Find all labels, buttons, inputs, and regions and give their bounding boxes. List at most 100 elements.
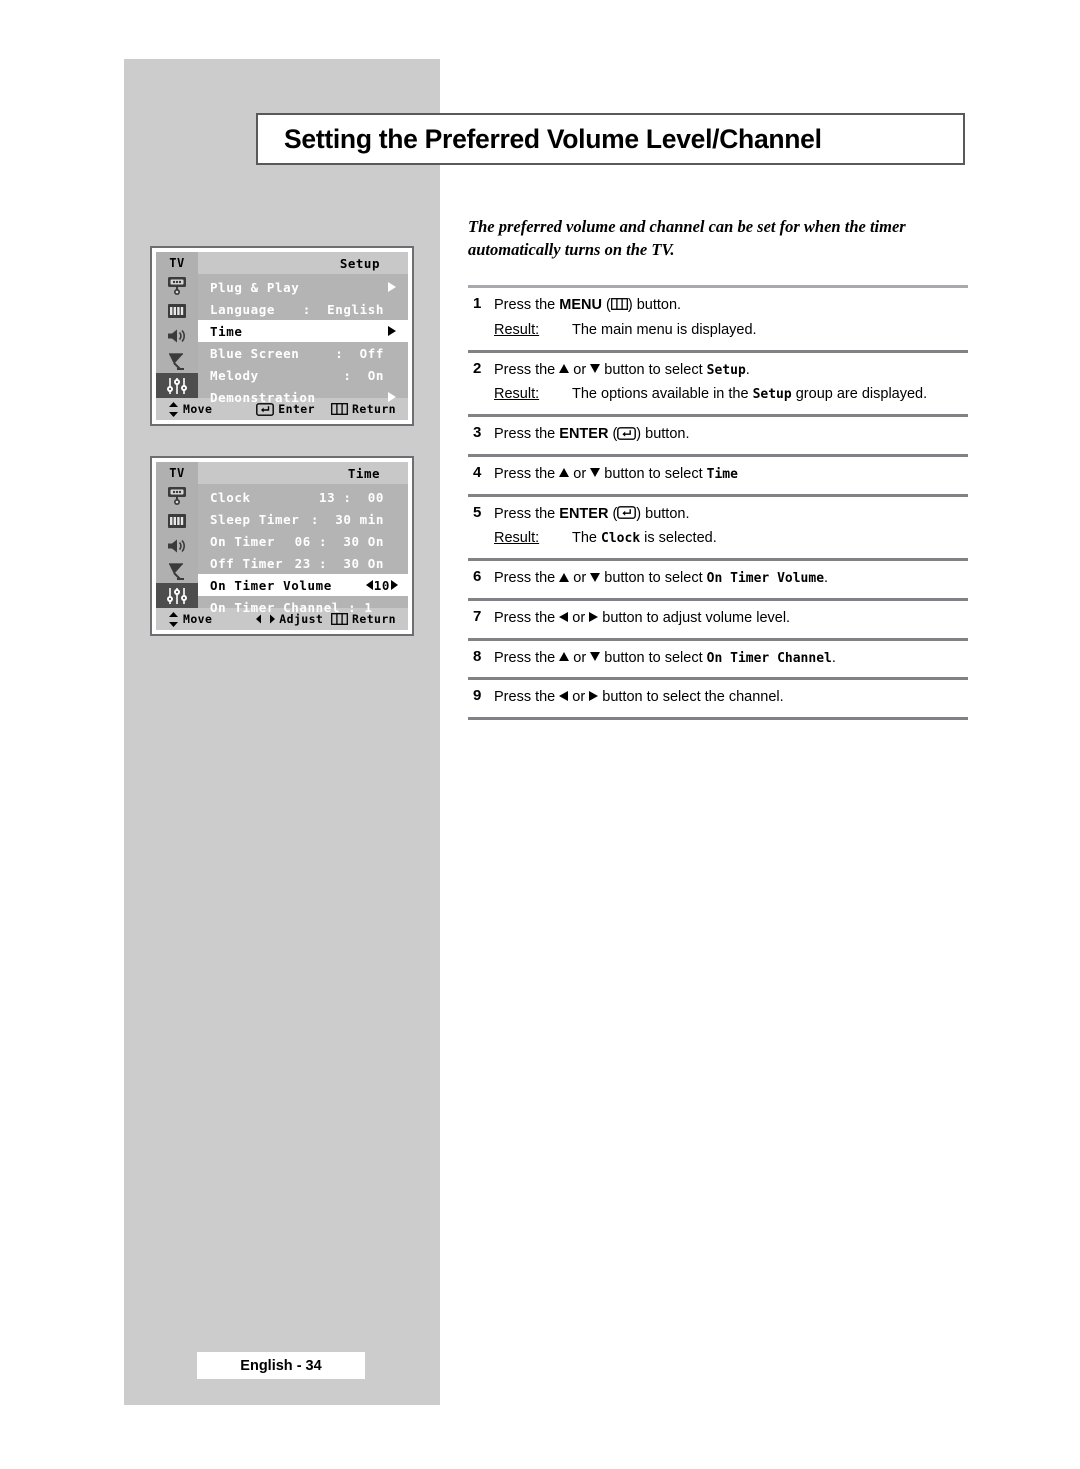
arrow-down-icon (590, 364, 601, 374)
osd-row-selected[interactable]: Time (198, 320, 408, 342)
osd-row[interactable]: Demonstration (198, 386, 408, 408)
picture-setup-icon[interactable] (156, 484, 198, 509)
page-title-box: Setting the Preferred Volume Level/Chann… (256, 113, 965, 165)
osd-header: TV Setup (156, 252, 408, 274)
satellite-dish-icon[interactable] (156, 558, 198, 583)
step-number: 9 (473, 687, 482, 705)
osd-row-value: 10 (373, 577, 390, 593)
step-instruction: Press the or button to select On Timer V… (494, 568, 968, 590)
up-down-arrows-icon (169, 611, 178, 627)
osd-row-value: : Off (335, 345, 384, 361)
speaker-icon[interactable] (156, 324, 198, 349)
arrow-right-icon (589, 691, 599, 702)
osd-device-label: TV (156, 462, 198, 484)
step-text: Press the (494, 361, 560, 378)
step-result: Result: The options available in the Setu… (494, 384, 968, 406)
osd-row-label: Blue Screen (210, 345, 300, 361)
step-text: Press the (494, 609, 560, 626)
step-number: 5 (473, 503, 482, 521)
osd-row[interactable]: Blue Screen : Off (198, 342, 408, 364)
arrow-down-icon (590, 468, 601, 478)
osd-row[interactable]: Off Timer 23 : 30 On (198, 552, 408, 574)
arrow-left-icon (559, 691, 569, 702)
step-text: ( (608, 505, 618, 522)
emphasis-text: ENTER (559, 505, 609, 522)
page-footer-label: English - 34 (197, 1352, 365, 1379)
step-row: 9 Press the or button to select the chann… (468, 680, 968, 717)
osd-row[interactable]: Plug & Play (198, 276, 408, 298)
chevron-right-icon (388, 392, 396, 402)
page-title: Setting the Preferred Volume Level/Chann… (284, 123, 822, 154)
sliders-icon[interactable] (156, 583, 198, 608)
step-number: 4 (473, 463, 482, 481)
speaker-icon[interactable] (156, 534, 198, 559)
step-text: Press the (494, 649, 560, 666)
step-body: Press the or button to adjust volume lev… (494, 608, 968, 630)
step-instruction: Press the or button to select On Timer C… (494, 648, 968, 670)
step-text: or (569, 649, 591, 666)
step-instruction: Press the MENU () button. (494, 295, 968, 317)
step-body: Press the or button to select On Timer C… (494, 648, 968, 670)
arrow-up-icon (559, 468, 570, 478)
step-text: The options available in the (572, 386, 753, 403)
step-text: or (568, 609, 590, 626)
arrow-up-icon (559, 572, 570, 582)
osd-row-label: Demonstration (210, 389, 316, 405)
osd-row-value: : English (302, 301, 384, 317)
step-row: 7 Press the or button to adjust volume le… (468, 601, 968, 638)
osd-device-label: TV (156, 252, 198, 274)
osd-term-text: On Timer Channel (706, 650, 832, 666)
chevron-right-icon (388, 326, 396, 336)
osd-row-selected[interactable]: On Timer Volume 10 (198, 574, 408, 596)
picture-setup-icon[interactable] (156, 274, 198, 299)
osd-row-label: On Timer (210, 533, 276, 549)
chevron-right-icon (388, 282, 396, 292)
step-text: or (569, 570, 591, 586)
enter-button-icon (617, 426, 637, 440)
picture-bars-icon[interactable] (156, 299, 198, 324)
arrow-down-icon (590, 572, 601, 582)
step-result-label: Result: (494, 386, 540, 403)
osd-row-value: 13 : 00 (318, 489, 384, 505)
instruction-steps: 1 Press the MENU () button. Result: The mai… (468, 285, 968, 720)
osd-row-value: 06 : 30 On (294, 533, 384, 549)
step-text: Press the (494, 465, 560, 482)
osd-row[interactable]: Melody : On (198, 364, 408, 386)
osd-row[interactable]: Sleep Timer : 30 min (198, 508, 408, 530)
menu-button-icon (610, 298, 628, 311)
adjust-left-icon[interactable] (365, 580, 373, 590)
step-number: 7 (473, 607, 482, 625)
step-text: ( (608, 426, 618, 442)
osd-row-label: Sleep Timer (210, 511, 300, 527)
step-text: The (572, 530, 602, 547)
satellite-dish-icon[interactable] (156, 348, 198, 373)
step-text: Press the (494, 426, 560, 442)
step-text: Press the (494, 505, 560, 522)
osd-icon-rail (156, 484, 198, 608)
osd-row-label: Melody (210, 367, 259, 383)
adjust-right-icon[interactable] (391, 580, 398, 590)
sliders-icon[interactable] (156, 373, 198, 398)
step-body: Press the or button to select the channe… (494, 687, 968, 709)
osd-row[interactable]: On Timer Channel : 1 (198, 596, 408, 618)
step-text: ) button. (636, 426, 690, 442)
step-result-text: The Clock is selected. (572, 528, 717, 550)
osd-row-adjuster[interactable]: 10 (365, 577, 398, 593)
osd-term-text: Clock (601, 531, 641, 547)
osd-row[interactable]: Clock 13 : 00 (198, 486, 408, 508)
step-row: 2 Press the or button to select Setup. Res… (468, 353, 968, 415)
osd-row-label: Language (210, 301, 276, 317)
step-result: Result: The main menu is displayed. (494, 320, 968, 342)
step-body: Press the ENTER () button. (494, 424, 968, 446)
step-text: button to select (600, 570, 707, 586)
osd-term-text: Time (706, 466, 738, 482)
osd-icon-rail (156, 274, 198, 398)
osd-row[interactable]: On Timer 06 : 30 On (198, 530, 408, 552)
step-instruction: Press the or button to select the channe… (494, 687, 968, 709)
picture-bars-icon[interactable] (156, 509, 198, 534)
step-text: Press the (494, 570, 560, 586)
osd-term-text: On Timer Volume (706, 571, 825, 586)
step-instruction: Press the or button to select Time (494, 464, 968, 486)
osd-row[interactable]: Language : English (198, 298, 408, 320)
step-text: ( (601, 297, 611, 313)
